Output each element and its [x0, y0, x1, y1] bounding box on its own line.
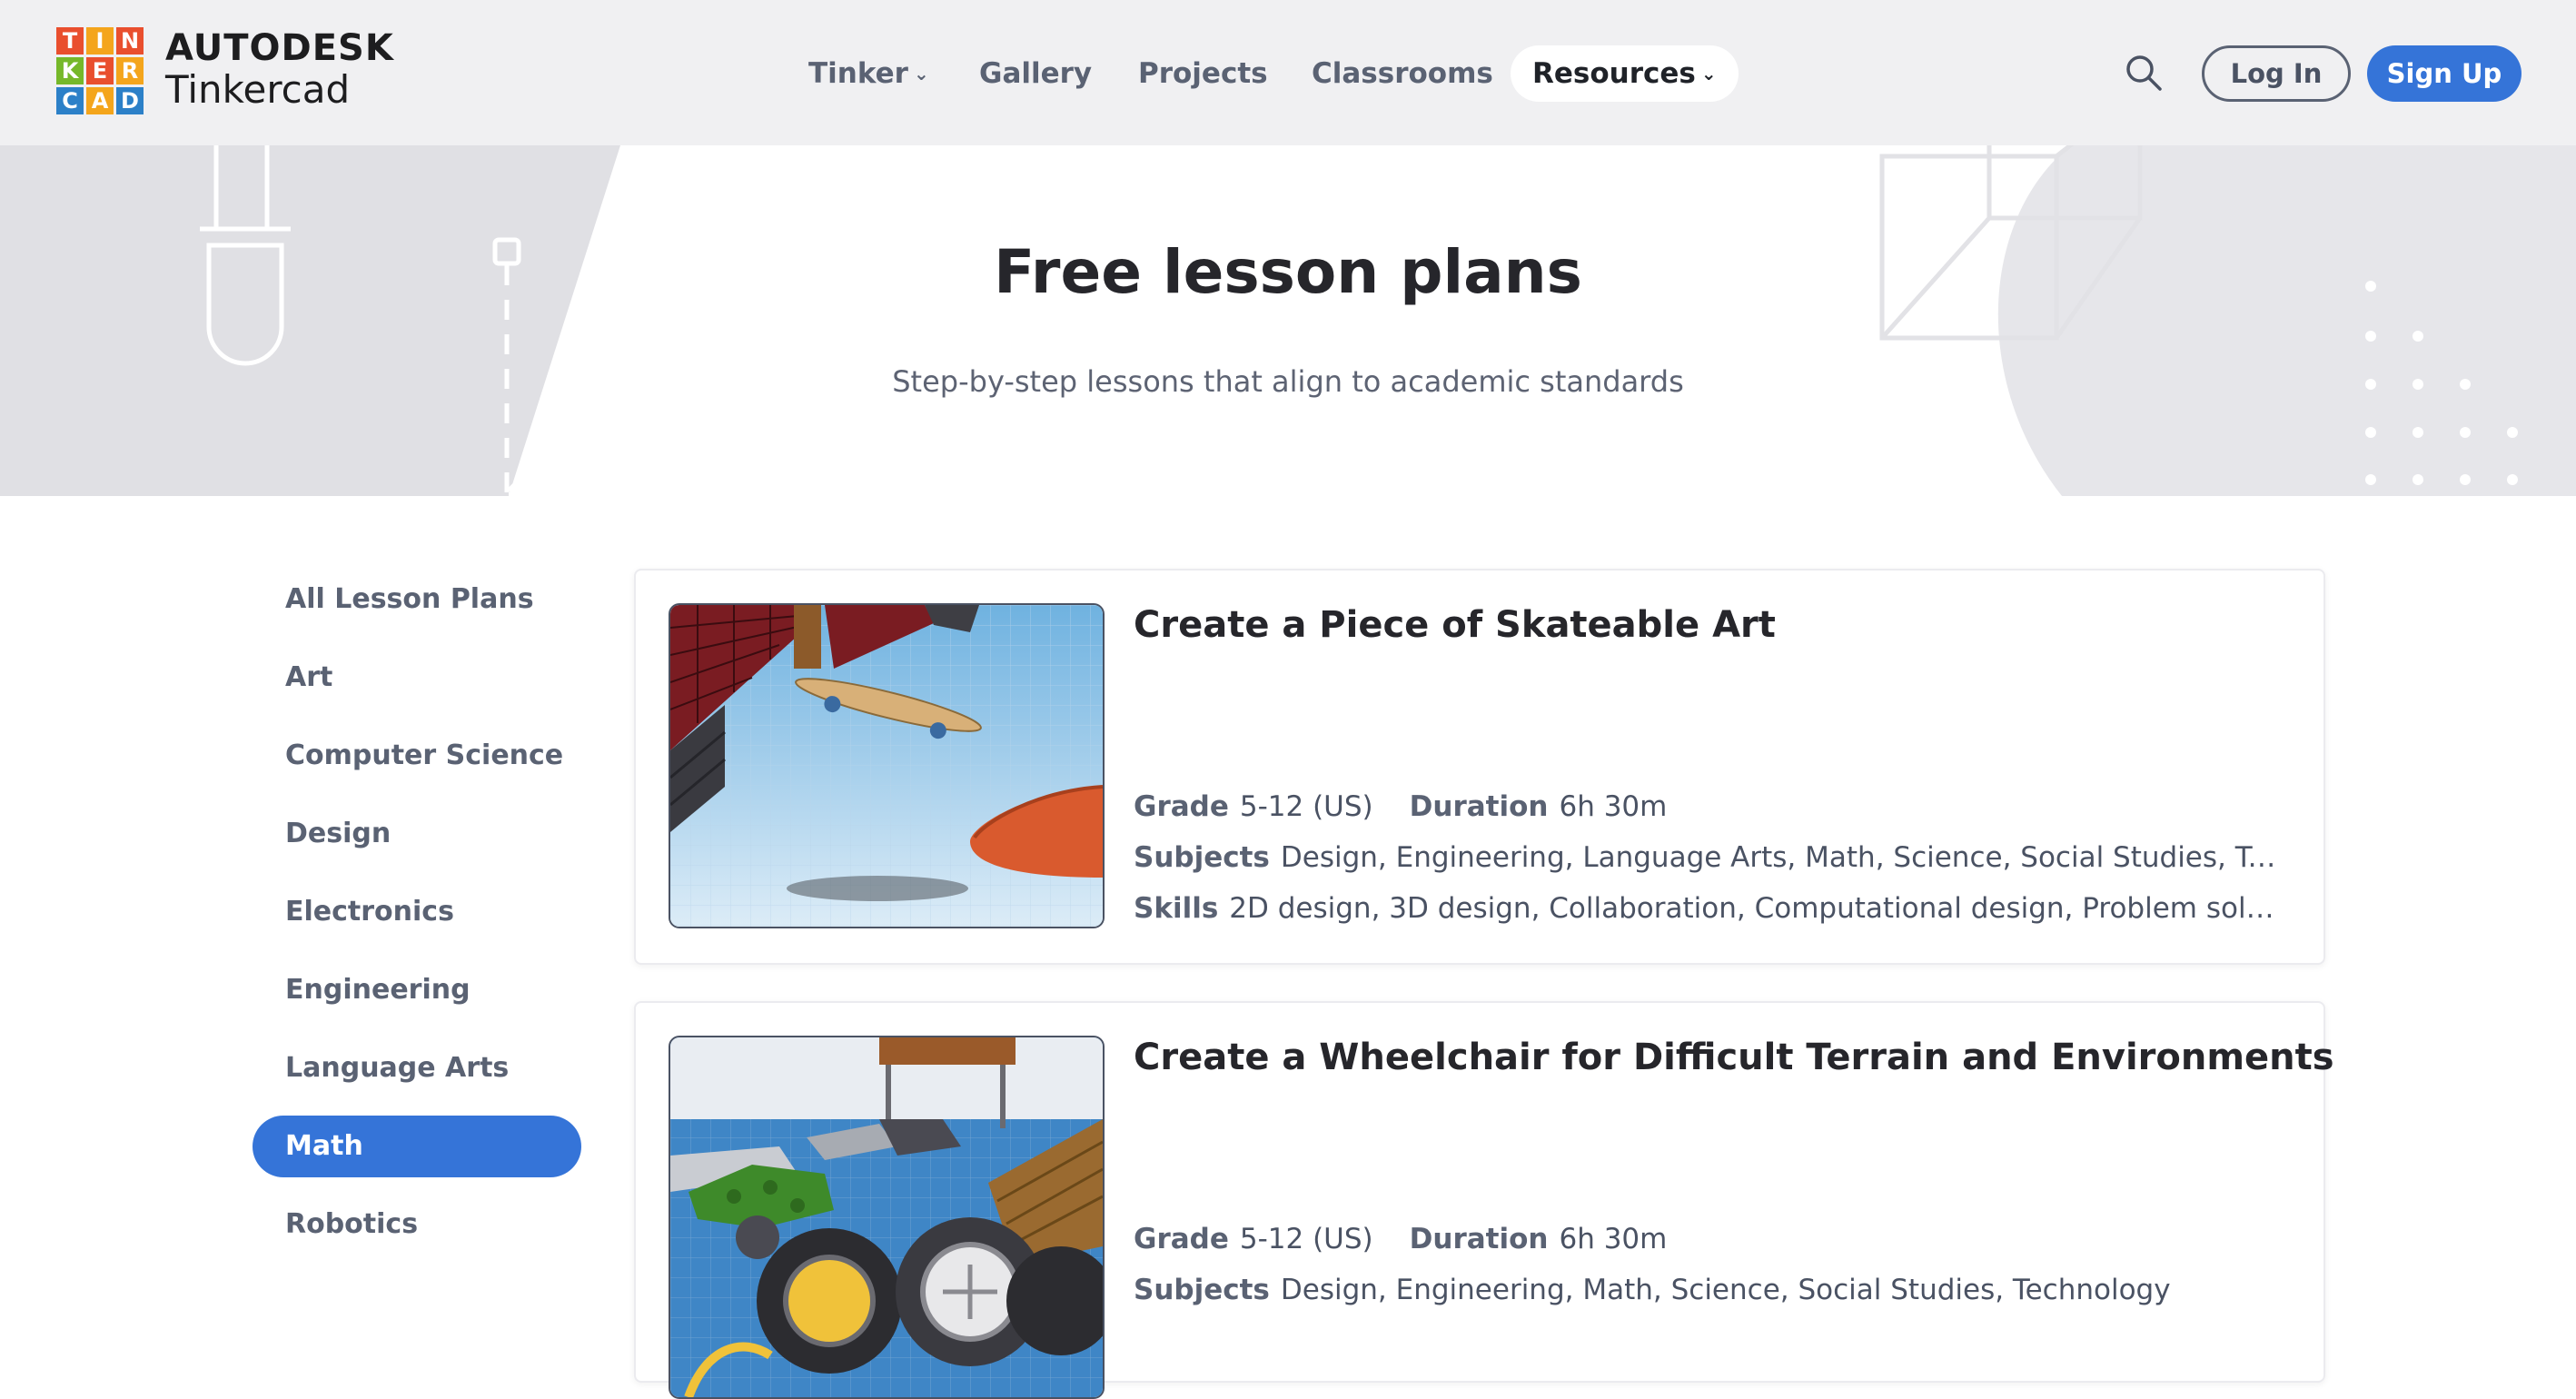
sidebar-item-art[interactable]: Art [253, 647, 581, 709]
hero-decoration [0, 145, 2576, 496]
sidebar-item-computer-science[interactable]: Computer Science [253, 725, 581, 787]
nav-gallery-label: Gallery [979, 57, 1093, 90]
hero-banner: Free lesson plans Step-by-step lessons t… [0, 145, 2576, 496]
lesson-subjects: Subjects Design, Engineering, Language Ar… [1134, 838, 2278, 878]
duration-label: Duration [1409, 790, 1549, 823]
logo-letter: K [56, 57, 84, 84]
chevron-down-icon: ⌄ [913, 63, 929, 84]
search-icon[interactable] [2125, 55, 2162, 91]
page-subtitle: Step-by-step lessons that align to acade… [892, 364, 1684, 399]
top-navigation-bar: T I N K E R C A D AUTODESK Tinkercad Tin… [0, 0, 2576, 145]
brand-autodesk: AUTODESK [165, 27, 394, 69]
skills-value: 2D design, 3D design, Collaboration, Com… [1229, 892, 2278, 925]
logo-letter: R [116, 57, 144, 84]
tinkercad-logo[interactable]: T I N K E R C A D [56, 27, 147, 114]
nav-projects-label: Projects [1138, 57, 1268, 90]
grade-label: Grade [1134, 1223, 1229, 1255]
lesson-title[interactable]: Create a Wheelchair for Difficult Terrai… [1134, 1032, 2334, 1083]
duration-value: 6h 30m [1559, 790, 1668, 823]
subjects-label: Subjects [1134, 841, 1270, 874]
nav-resources-label: Resources [1532, 57, 1696, 90]
lesson-card[interactable]: Create a Piece of Skateable Art Grade 5-1… [634, 569, 2325, 965]
subjects-value: Design, Engineering, Language Arts, Math… [1280, 841, 2278, 874]
sidebar-item-math[interactable]: Math [253, 1116, 581, 1177]
nav-tinker[interactable]: Tinker ⌄ [808, 45, 929, 102]
signup-button[interactable]: Sign Up [2367, 45, 2522, 102]
nav-classrooms-label: Classrooms [1312, 57, 1493, 90]
grade-label: Grade [1134, 790, 1229, 823]
lesson-grade-duration: Grade 5-12 (US) Duration 6h 30m [1134, 1219, 2278, 1259]
page-title: Free lesson plans [994, 237, 1582, 307]
lesson-skills: Skills 2D design, 3D design, Collaboratio… [1134, 888, 2278, 928]
sidebar-item-all-lesson-plans[interactable]: All Lesson Plans [253, 569, 581, 630]
logo-letter: C [56, 87, 84, 114]
nav-projects[interactable]: Projects [1138, 45, 1268, 102]
duration-value: 6h 30m [1559, 1223, 1668, 1255]
duration-label: Duration [1409, 1223, 1549, 1255]
nav-classrooms[interactable]: Classrooms [1312, 45, 1493, 102]
logo-letter: T [56, 27, 84, 55]
nav-gallery[interactable]: Gallery [979, 45, 1092, 102]
subjects-value: Design, Engineering, Math, Science, Soci… [1280, 1274, 2171, 1306]
lesson-card[interactable]: Create a Wheelchair for Difficult Terrai… [634, 1001, 2334, 1399]
logo-letter: A [86, 87, 114, 114]
sidebar-item-electronics[interactable]: Electronics [253, 881, 581, 943]
logo-letter: I [86, 27, 114, 55]
lesson-thumbnail[interactable] [669, 1036, 1105, 1399]
lesson-grade-duration: Grade 5-12 (US) Duration 6h 30m [1134, 787, 2278, 827]
sidebar-item-language-arts[interactable]: Language Arts [253, 1037, 581, 1099]
nav-resources[interactable]: Resources ⌄ [1511, 45, 1739, 102]
login-button[interactable]: Log In [2202, 45, 2351, 102]
grade-value: 5-12 (US) [1239, 1223, 1373, 1255]
chevron-down-icon: ⌄ [1700, 63, 1717, 84]
lesson-thumbnail[interactable] [669, 603, 1105, 928]
sidebar-item-robotics[interactable]: Robotics [253, 1194, 581, 1255]
lesson-title[interactable]: Create a Piece of Skateable Art [1134, 600, 1776, 650]
logo-letter: E [86, 57, 114, 84]
grade-value: 5-12 (US) [1239, 790, 1373, 823]
brand-wordmark[interactable]: AUTODESK Tinkercad [165, 27, 394, 111]
sidebar-item-engineering[interactable]: Engineering [253, 959, 581, 1021]
sidebar-item-design[interactable]: Design [253, 803, 581, 865]
nav-tinker-label: Tinker [808, 57, 908, 90]
logo-letter: N [116, 27, 144, 55]
brand-tinkercad: Tinkercad [165, 67, 351, 112]
lesson-subjects: Subjects Design, Engineering, Math, Scien… [1134, 1270, 2278, 1310]
subjects-label: Subjects [1134, 1274, 1270, 1306]
logo-letter: D [116, 87, 144, 114]
skills-label: Skills [1134, 892, 1219, 925]
